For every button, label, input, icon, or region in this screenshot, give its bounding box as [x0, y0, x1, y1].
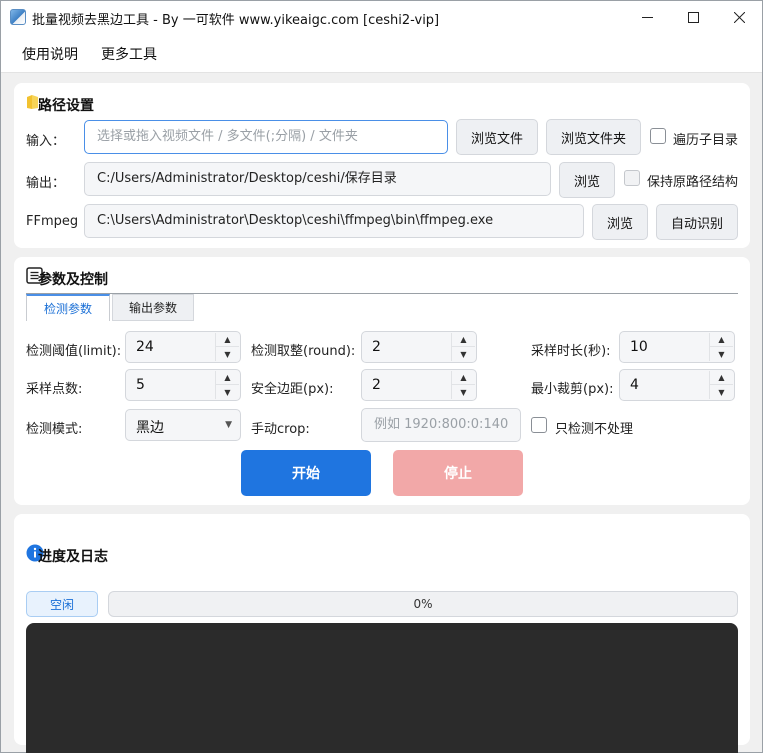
min-crop-increment-icon[interactable]: ▲: [710, 371, 733, 385]
auto-detect-button[interactable]: 自动识别: [656, 204, 738, 240]
minimize-button[interactable]: [624, 1, 670, 33]
window-title: 批量视频去黑边工具 - By 一可软件 www.yikeaigc.com [ce…: [32, 13, 440, 28]
title-bar: 批量视频去黑边工具 - By 一可软件 www.yikeaigc.com [ce…: [1, 1, 762, 33]
min-crop-spinbox[interactable]: 4 ▲ ▼: [619, 369, 735, 401]
input-path-placeholder: 选择或拖入视频文件 / 多文件(;分隔) / 文件夹: [97, 129, 358, 144]
detect-only-checkbox[interactable]: [531, 417, 547, 433]
duration-increment-icon[interactable]: ▲: [710, 333, 733, 347]
points-decrement-icon[interactable]: ▼: [216, 385, 239, 399]
duration-value: 10: [630, 339, 648, 355]
limit-increment-icon[interactable]: ▲: [216, 333, 239, 347]
app-window: 批量视频去黑边工具 - By 一可软件 www.yikeaigc.com [ce…: [0, 0, 763, 753]
minimize-icon: [641, 16, 653, 18]
duration-spinbox[interactable]: 10 ▲ ▼: [619, 331, 735, 363]
progress-bar: 0%: [108, 591, 738, 617]
close-icon: [733, 11, 745, 23]
points-label: 采样点数:: [26, 382, 83, 397]
points-increment-icon[interactable]: ▲: [216, 371, 239, 385]
status-badge: 空闲: [26, 591, 98, 617]
manual-crop-placeholder: 例如 1920:800:0:140: [374, 417, 509, 432]
chevron-down-icon: ▼: [225, 420, 232, 430]
tab-detect-params[interactable]: 检测参数: [26, 294, 110, 321]
app-icon: [10, 9, 26, 25]
round-spinbox[interactable]: 2 ▲ ▼: [361, 331, 477, 363]
input-label: 输入：: [26, 134, 66, 149]
duration-label: 采样时长(秒):: [531, 344, 611, 359]
keep-structure-checkbox[interactable]: [624, 170, 640, 186]
menu-item-help[interactable]: 使用说明: [22, 44, 78, 64]
input-path-field[interactable]: 选择或拖入视频文件 / 多文件(;分隔) / 文件夹: [84, 120, 448, 154]
min-crop-decrement-icon[interactable]: ▼: [710, 385, 733, 399]
close-button[interactable]: [716, 1, 762, 33]
path-settings-title: 路径设置: [38, 98, 94, 114]
manual-crop-field[interactable]: 例如 1920:800:0:140: [361, 408, 521, 442]
start-button[interactable]: 开始: [241, 450, 371, 496]
limit-value: 24: [136, 339, 154, 355]
points-value: 5: [136, 377, 145, 393]
ffmpeg-label: FFmpeg: [26, 214, 79, 229]
tab-output-params[interactable]: 输出参数: [112, 294, 194, 321]
round-label: 检测取整(round):: [251, 344, 356, 359]
margin-spinbox[interactable]: 2 ▲ ▼: [361, 369, 477, 401]
mode-label: 检测模式:: [26, 422, 83, 437]
output-path-field[interactable]: C:/Users/Administrator/Desktop/ceshi/保存目…: [84, 162, 551, 196]
points-spinbox[interactable]: 5 ▲ ▼: [125, 369, 241, 401]
browse-folder-button[interactable]: 浏览文件夹: [546, 119, 641, 155]
margin-increment-icon[interactable]: ▲: [452, 371, 475, 385]
output-label: 输出：: [26, 176, 66, 191]
ffmpeg-browse-button[interactable]: 浏览: [592, 204, 648, 240]
margin-decrement-icon[interactable]: ▼: [452, 385, 475, 399]
limit-label: 检测阈值(limit):: [26, 344, 122, 359]
output-browse-button[interactable]: 浏览: [559, 162, 615, 198]
stop-button[interactable]: 停止: [393, 450, 523, 496]
limit-decrement-icon[interactable]: ▼: [216, 347, 239, 361]
maximize-icon: [687, 11, 699, 23]
params-title: 参数及控制: [38, 272, 108, 288]
margin-label: 安全边距(px):: [251, 382, 334, 397]
round-value: 2: [372, 339, 381, 355]
duration-decrement-icon[interactable]: ▼: [710, 347, 733, 361]
min-crop-label: 最小裁剪(px):: [531, 382, 614, 397]
margin-value: 2: [372, 377, 381, 393]
log-title: 进度及日志: [38, 549, 108, 565]
detect-only-label: 只检测不处理: [555, 422, 634, 437]
ffmpeg-path-field[interactable]: C:\Users\Administrator\Desktop\ceshi\ffm…: [84, 204, 584, 238]
recurse-subdirs-label: 遍历子目录: [673, 133, 739, 148]
min-crop-value: 4: [630, 377, 639, 393]
recurse-subdirs-checkbox[interactable]: [650, 128, 666, 144]
manual-crop-label: 手动crop:: [251, 422, 310, 437]
browse-file-button[interactable]: 浏览文件: [456, 119, 538, 155]
menu-bar: 使用说明 更多工具: [1, 33, 762, 73]
progress-text: 0%: [413, 597, 433, 611]
mode-value: 黑边: [136, 420, 164, 436]
log-output[interactable]: [26, 623, 738, 753]
mode-select[interactable]: 黑边 ▼: [125, 409, 241, 441]
keep-structure-label: 保持原路径结构: [647, 175, 739, 190]
menu-item-more-tools[interactable]: 更多工具: [101, 44, 157, 64]
round-increment-icon[interactable]: ▲: [452, 333, 475, 347]
round-decrement-icon[interactable]: ▼: [452, 347, 475, 361]
limit-spinbox[interactable]: 24 ▲ ▼: [125, 331, 241, 363]
maximize-button[interactable]: [670, 1, 716, 33]
